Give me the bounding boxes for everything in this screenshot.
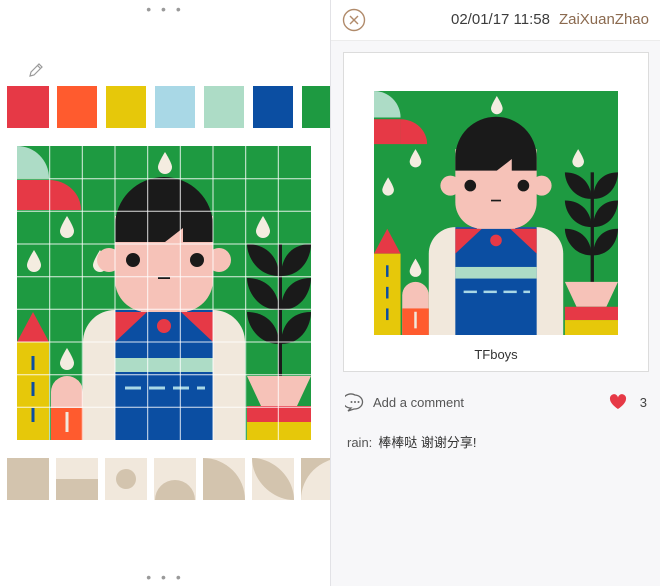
username[interactable]: ZaiXuanZhao — [559, 11, 649, 28]
color-swatch-light-blue[interactable] — [155, 86, 195, 128]
like-count: 3 — [639, 395, 647, 410]
heart-icon[interactable] — [609, 394, 627, 410]
shape-palette — [7, 458, 330, 502]
post-date: 02/01/17 11:58 — [451, 11, 550, 28]
color-swatch-green[interactable] — [302, 86, 330, 128]
artwork-card[interactable]: TFboys — [343, 52, 649, 372]
color-swatch-mint[interactable] — [204, 86, 244, 128]
shape-circle[interactable] — [105, 458, 147, 500]
drag-handle-bottom[interactable]: • • • — [0, 570, 330, 584]
drag-handle-top[interactable]: • • • — [0, 2, 330, 16]
close-icon[interactable] — [342, 8, 366, 32]
speech-bubble-icon[interactable] — [345, 393, 365, 413]
color-swatch-yellow[interactable] — [106, 86, 146, 128]
detail-header: 02/01/17 11:58 ZaiXuanZhao — [331, 0, 660, 41]
color-swatch-blue[interactable] — [253, 86, 293, 128]
color-swatch-red[interactable] — [7, 86, 49, 128]
shape-arch[interactable] — [301, 458, 330, 500]
action-bar: Add a comment 3 — [345, 392, 649, 414]
color-swatch-orange[interactable] — [57, 86, 97, 128]
comment-text: 棒棒哒 谢谢分享! — [378, 435, 477, 450]
editor-panel: • • • • • • — [0, 0, 330, 586]
comment-item: rain: 棒棒哒 谢谢分享! — [347, 432, 477, 451]
shape-half-rect[interactable] — [56, 458, 98, 500]
post-detail-panel: 02/01/17 11:58 ZaiXuanZhao TFboys Add a … — [330, 0, 660, 586]
pencil-icon[interactable] — [27, 61, 45, 79]
shape-leaf[interactable] — [252, 458, 294, 500]
pixel-art-canvas[interactable] — [17, 146, 311, 440]
add-comment-button[interactable]: Add a comment — [373, 395, 464, 410]
artwork-image — [374, 91, 618, 335]
artwork-title: TFboys — [474, 347, 518, 362]
shape-quarter-circle[interactable] — [203, 458, 245, 500]
shape-full-square[interactable] — [7, 458, 49, 500]
comment-author[interactable]: rain: — [347, 435, 372, 450]
shape-half-circle[interactable] — [154, 458, 196, 500]
